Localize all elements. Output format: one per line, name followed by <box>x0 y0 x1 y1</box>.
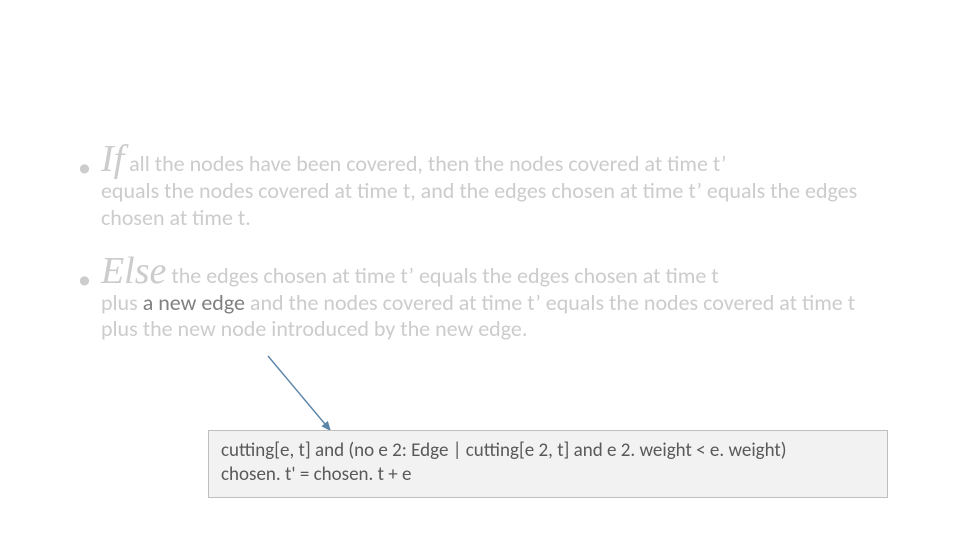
callout-box: cutting[e, t] and (no e 2: Edge | cuttin… <box>208 430 888 498</box>
arrow-icon <box>260 352 380 440</box>
callout-line-2: chosen. t' = chosen. t + e <box>221 463 875 487</box>
bullet-if-body: If all the nodes have been covered, then… <box>101 140 882 232</box>
bullet-else-highlight: a new edge <box>143 289 245 316</box>
bullet-else: • Else the edges chosen at time t’ equal… <box>78 252 882 344</box>
slide-content: • If all the nodes have been covered, th… <box>78 140 882 363</box>
keyword-if: If <box>101 140 124 178</box>
bullet-if-continuation: equals the nodes covered at time t, and … <box>101 177 857 231</box>
bullet-else-prefix: plus <box>101 289 143 316</box>
callout-line-1: cutting[e, t] and (no e 2: Edge | cuttin… <box>221 439 875 463</box>
bullet-dot-icon: • <box>78 154 91 180</box>
keyword-else: Else <box>101 252 166 290</box>
bullet-else-body: Else the edges chosen at time t’ equals … <box>101 252 882 344</box>
bullet-dot-icon: • <box>78 266 91 292</box>
bullet-else-line1: the edges chosen at time t’ equals the e… <box>166 262 718 289</box>
slide: • If all the nodes have been covered, th… <box>0 0 960 540</box>
bullet-if: • If all the nodes have been covered, th… <box>78 140 882 232</box>
bullet-if-line1: all the nodes have been covered, then th… <box>124 150 726 177</box>
